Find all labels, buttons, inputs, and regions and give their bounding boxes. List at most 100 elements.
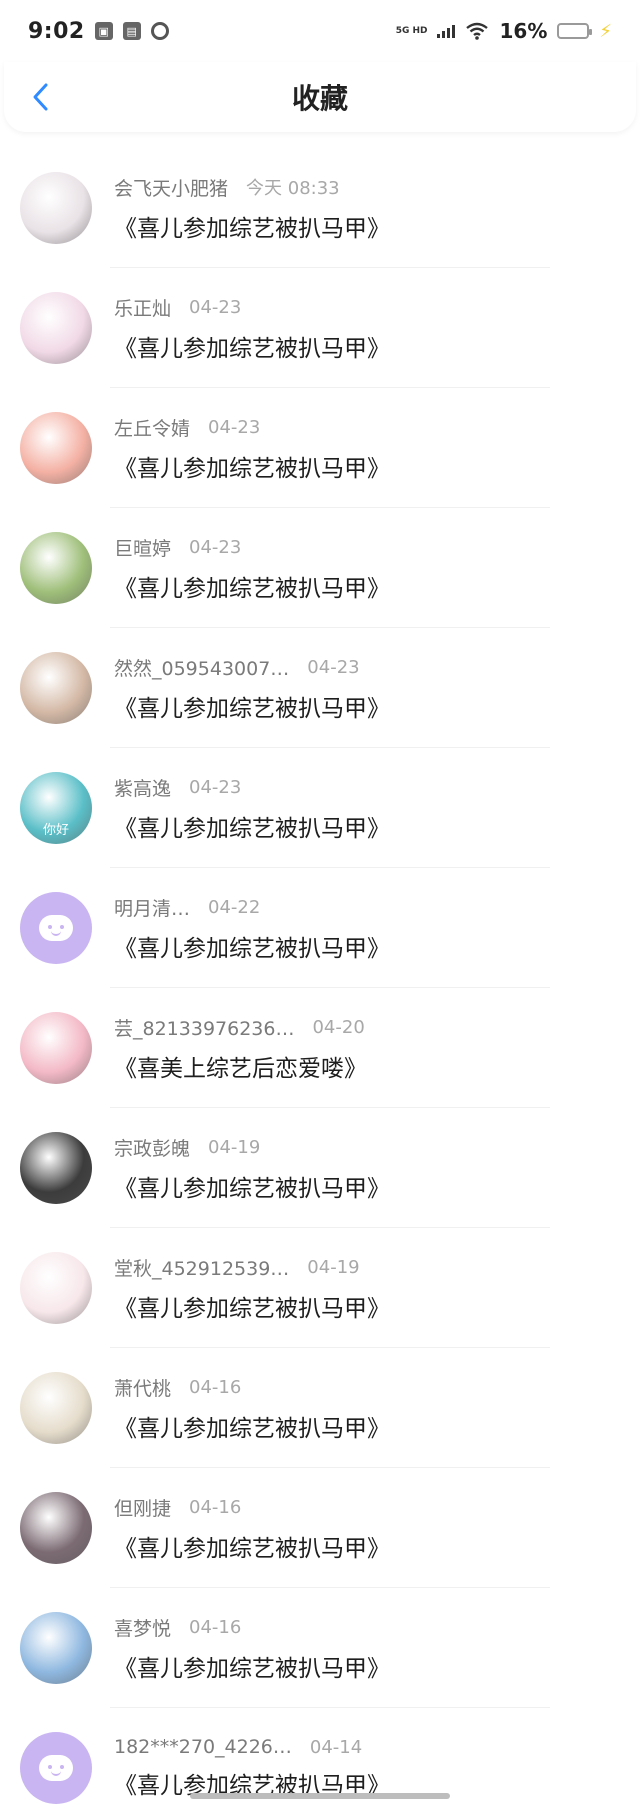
status-right: 5G HD 16% ⚡ (396, 19, 612, 43)
list-item[interactable]: 萧代桃 04-16 《喜儿参加综艺被扒马甲》 (0, 1348, 640, 1468)
username[interactable]: 紫高逸 (114, 774, 171, 801)
username[interactable]: 芸_82133976236… (114, 1014, 294, 1041)
search-notification-icon (150, 22, 169, 40)
username[interactable]: 会飞天小肥猪 (114, 174, 228, 201)
timestamp: 今天 08:33 (246, 178, 340, 199)
work-title[interactable]: 《喜儿参加综艺被扒马甲》 (114, 1409, 390, 1443)
username[interactable]: 堂秋_452912539… (114, 1254, 289, 1281)
work-title[interactable]: 《喜儿参加综艺被扒马甲》 (114, 569, 390, 603)
item-meta: 会飞天小肥猪 今天 08:33 (114, 174, 390, 201)
item-meta: 但刚捷 04-16 (114, 1494, 390, 1521)
item-meta: 喜梦悦 04-16 (114, 1614, 390, 1641)
timestamp: 04-16 (189, 1616, 242, 1638)
item-texts: 但刚捷 04-16 《喜儿参加综艺被扒马甲》 (114, 1494, 390, 1563)
list-item[interactable]: 然然_059543007… 04-23 《喜儿参加综艺被扒马甲》 (0, 628, 640, 748)
list-item[interactable]: 堂秋_452912539… 04-19 《喜儿参加综艺被扒马甲》 (0, 1228, 640, 1348)
item-texts: 宗政彭魄 04-19 《喜儿参加综艺被扒马甲》 (114, 1134, 390, 1203)
avatar[interactable] (20, 172, 92, 244)
status-time: 9:02 (28, 18, 85, 44)
item-texts: 喜梦悦 04-16 《喜儿参加综艺被扒马甲》 (114, 1614, 390, 1683)
work-title[interactable]: 《喜儿参加综艺被扒马甲》 (114, 449, 390, 483)
list-item[interactable]: 乐正灿 04-23 《喜儿参加综艺被扒马甲》 (0, 268, 640, 388)
list-item[interactable]: 左丘令婧 04-23 《喜儿参加综艺被扒马甲》 (0, 388, 640, 508)
item-meta: 宗政彭魄 04-19 (114, 1134, 390, 1161)
work-title[interactable]: 《喜儿参加综艺被扒马甲》 (114, 1289, 390, 1323)
timestamp: 04-23 (208, 416, 261, 438)
list-item[interactable]: 会飞天小肥猪 今天 08:33 《喜儿参加综艺被扒马甲》 (0, 148, 640, 268)
username[interactable]: 萧代桃 (114, 1374, 171, 1401)
work-title[interactable]: 《喜儿参加综艺被扒马甲》 (114, 929, 390, 963)
item-texts: 明月清… 04-22 《喜儿参加综艺被扒马甲》 (114, 894, 390, 963)
timestamp: 04-14 (309, 1736, 363, 1758)
item-meta: 萧代桃 04-16 (114, 1374, 390, 1401)
list-item[interactable]: 巨暄婷 04-23 《喜儿参加综艺被扒马甲》 (0, 508, 640, 628)
username[interactable]: 乐正灿 (114, 294, 171, 321)
list-item[interactable]: 明月清… 04-22 《喜儿参加综艺被扒马甲》 (0, 868, 640, 988)
avatar[interactable] (20, 652, 92, 724)
item-meta: 巨暄婷 04-23 (114, 534, 390, 561)
signal-icon (437, 24, 456, 38)
item-texts: 巨暄婷 04-23 《喜儿参加综艺被扒马甲》 (114, 534, 390, 603)
work-title[interactable]: 《喜儿参加综艺被扒马甲》 (114, 1649, 390, 1683)
work-title[interactable]: 《喜儿参加综艺被扒马甲》 (114, 689, 390, 723)
item-texts: 堂秋_452912539… 04-19 《喜儿参加综艺被扒马甲》 (114, 1254, 390, 1323)
avatar[interactable] (20, 1252, 92, 1324)
avatar[interactable] (20, 1132, 92, 1204)
list-item[interactable]: 芸_82133976236… 04-20 《喜美上综艺后恋爱喽》 (0, 988, 640, 1108)
item-texts: 芸_82133976236… 04-20 《喜美上综艺后恋爱喽》 (114, 1014, 367, 1083)
username[interactable]: 但刚捷 (114, 1494, 171, 1521)
username[interactable]: 182***270_4226… (114, 1736, 292, 1758)
home-indicator[interactable] (190, 1793, 450, 1799)
avatar[interactable] (20, 1372, 92, 1444)
username[interactable]: 明月清… (114, 894, 190, 921)
avatar[interactable] (20, 292, 92, 364)
back-button[interactable] (22, 77, 58, 117)
avatar[interactable] (20, 1492, 92, 1564)
username[interactable]: 宗政彭魄 (114, 1134, 190, 1161)
favorites-list: 会飞天小肥猪 今天 08:33 《喜儿参加综艺被扒马甲》 乐正灿 04-23 《喜儿参加综… (0, 148, 640, 1809)
avatar[interactable] (20, 1012, 92, 1084)
list-item[interactable]: 宗政彭魄 04-19 《喜儿参加综艺被扒马甲》 (0, 1108, 640, 1228)
header: 收藏 (4, 62, 636, 132)
list-item[interactable]: 喜梦悦 04-16 《喜儿参加综艺被扒马甲》 (0, 1588, 640, 1708)
timestamp: 04-19 (307, 1256, 360, 1278)
avatar[interactable] (20, 532, 92, 604)
avatar[interactable] (20, 412, 92, 484)
item-texts: 左丘令婧 04-23 《喜儿参加综艺被扒马甲》 (114, 414, 390, 483)
work-title[interactable]: 《喜美上综艺后恋爱喽》 (114, 1049, 367, 1083)
default-avatar-icon[interactable] (20, 892, 92, 964)
item-texts: 紫高逸 04-23 《喜儿参加综艺被扒马甲》 (114, 774, 390, 843)
timestamp: 04-23 (189, 536, 242, 558)
default-avatar-icon[interactable] (20, 1732, 92, 1804)
work-title[interactable]: 《喜儿参加综艺被扒马甲》 (114, 209, 390, 243)
network-badge: 5G HD (395, 25, 428, 36)
wifi-icon (465, 22, 489, 40)
avatar[interactable] (20, 1612, 92, 1684)
status-bar: 9:02 ▣ ▤ 5G HD 16% ⚡ (0, 0, 640, 62)
timestamp: 04-23 (189, 776, 242, 798)
news-notification-icon: ▤ (122, 22, 141, 40)
timestamp: 04-22 (208, 896, 261, 918)
list-item[interactable]: 你好 紫高逸 04-23 《喜儿参加综艺被扒马甲》 (0, 748, 640, 868)
timestamp: 04-20 (312, 1016, 365, 1038)
battery-percent: 16% (499, 19, 548, 43)
charging-icon: ⚡ (599, 20, 612, 42)
username[interactable]: 然然_059543007… (114, 654, 289, 681)
work-title[interactable]: 《喜儿参加综艺被扒马甲》 (114, 809, 390, 843)
chevron-left-icon (33, 83, 48, 111)
status-left: 9:02 ▣ ▤ (28, 19, 169, 44)
work-title[interactable]: 《喜儿参加综艺被扒马甲》 (114, 1529, 390, 1563)
username[interactable]: 喜梦悦 (114, 1614, 171, 1641)
timestamp: 04-16 (189, 1376, 242, 1398)
timestamp: 04-16 (189, 1496, 242, 1518)
avatar[interactable]: 你好 (20, 772, 92, 844)
item-meta: 芸_82133976236… 04-20 (114, 1014, 367, 1041)
work-title[interactable]: 《喜儿参加综艺被扒马甲》 (114, 1169, 390, 1203)
timestamp: 04-19 (208, 1136, 261, 1158)
work-title[interactable]: 《喜儿参加综艺被扒马甲》 (114, 329, 390, 363)
username[interactable]: 左丘令婧 (114, 414, 190, 441)
username[interactable]: 巨暄婷 (114, 534, 171, 561)
list-item[interactable]: 但刚捷 04-16 《喜儿参加综艺被扒马甲》 (0, 1468, 640, 1588)
avatar-caption: 你好 (42, 823, 69, 838)
timestamp: 04-23 (307, 656, 360, 678)
